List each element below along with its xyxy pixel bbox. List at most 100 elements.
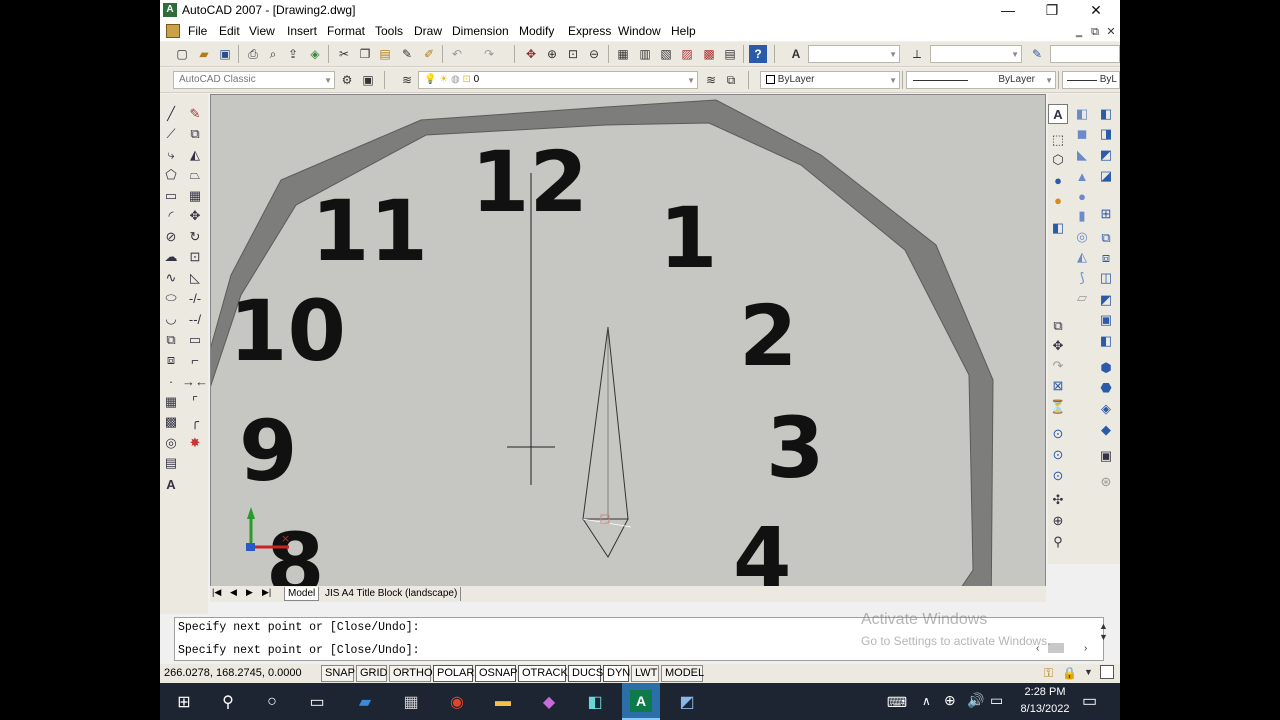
thicken-icon[interactable]: ◧	[1096, 331, 1116, 351]
grid-toggle[interactable]: GRID	[356, 665, 388, 682]
fly-icon[interactable]: ↷	[1048, 356, 1068, 376]
arc-icon[interactable]: ◜	[161, 206, 181, 226]
fillet-icon[interactable]: ╭	[185, 412, 205, 432]
break-icon[interactable]: ⌐	[185, 350, 205, 370]
rotate-icon[interactable]: ↻	[185, 227, 205, 247]
multiline-text-icon[interactable]: A	[161, 474, 181, 494]
toolbar-lock-icon[interactable]: 🔒	[1062, 666, 1077, 680]
mdi-minimize-button[interactable]: ‗	[1072, 25, 1086, 39]
match-properties-icon[interactable]: ✎	[398, 45, 416, 63]
dimension-style-dropdown[interactable]: ▼	[930, 45, 1022, 63]
document-icon[interactable]	[166, 24, 180, 38]
zoom-window-icon[interactable]: ⊡	[564, 45, 582, 63]
taskbar-date[interactable]: 8/13/2022	[1012, 703, 1078, 715]
join-icon[interactable]: →←	[182, 371, 208, 391]
layer-manager-icon[interactable]: ≋	[398, 71, 416, 89]
menu-dimension[interactable]: Dimension	[452, 24, 509, 38]
walk-icon[interactable]: ✥	[1048, 336, 1068, 356]
publish-icon[interactable]: ⇪	[284, 45, 302, 63]
properties-icon[interactable]: ▦	[614, 45, 632, 63]
hatch-icon[interactable]: ▦	[161, 392, 181, 412]
sweep-icon[interactable]: ⏳	[1048, 397, 1068, 417]
render-window-icon[interactable]: ▣	[1096, 446, 1116, 466]
copy-object-icon[interactable]: ⧉	[185, 124, 205, 144]
plot-preview-icon[interactable]: ⌕	[264, 45, 282, 63]
point-icon[interactable]: ·	[161, 371, 181, 391]
menu-file[interactable]: File	[188, 24, 207, 38]
sheet-set-icon[interactable]: ▨	[678, 45, 696, 63]
app-icon-2[interactable]: ◧	[583, 690, 607, 714]
osnap-toggle[interactable]: OSNAP	[475, 665, 518, 682]
menu-express[interactable]: Express	[568, 24, 611, 38]
hscroll-right-icon[interactable]: ›	[1084, 643, 1087, 654]
chamfer-icon[interactable]: ⌜	[185, 392, 205, 412]
lwt-toggle[interactable]: LWT	[631, 665, 659, 682]
rectangle-icon[interactable]: ▭	[161, 186, 181, 206]
cut-icon[interactable]: ✂	[335, 45, 353, 63]
explode-icon[interactable]: ✸	[185, 433, 205, 453]
color-dropdown[interactable]: ByLayer ▼	[760, 71, 900, 89]
union-icon[interactable]: ◧	[1096, 104, 1116, 124]
materials-icon[interactable]: ●	[1048, 190, 1068, 210]
app-icon-3[interactable]: ◩	[675, 690, 699, 714]
gradient-icon[interactable]: ▩	[161, 412, 181, 432]
region-icon[interactable]: ◎	[161, 433, 181, 453]
stretch-icon[interactable]: ◺	[185, 268, 205, 288]
flatshot-icon[interactable]: ▣	[1096, 310, 1116, 330]
3d-rotate-icon[interactable]: ⧉	[1096, 228, 1116, 248]
free-orbit-icon[interactable]: ⊕	[1048, 511, 1068, 531]
cortana-icon[interactable]: ○	[260, 690, 284, 714]
polar-toggle[interactable]: POLAR	[433, 665, 474, 682]
section-plane-icon[interactable]: ◩	[1096, 290, 1116, 310]
dimension-style-icon[interactable]: ⟂	[908, 45, 926, 63]
autocad-taskbar-button[interactable]: A	[622, 683, 660, 720]
move-icon[interactable]: ✥	[185, 206, 205, 226]
box-icon[interactable]: ◼	[1072, 124, 1092, 144]
calculator-icon[interactable]: ▤	[721, 45, 739, 63]
open-icon[interactable]: ▰	[195, 45, 213, 63]
status-menu-icon[interactable]: ▼	[1084, 667, 1093, 677]
file-explorer-icon[interactable]: ▬	[491, 690, 515, 714]
calculator-app-icon[interactable]: ▦	[399, 690, 423, 714]
planar-surface-icon[interactable]: ▱	[1072, 288, 1092, 308]
revision-cloud-icon[interactable]: ☁	[161, 247, 181, 267]
polysolid-icon[interactable]: ◧	[1072, 104, 1092, 124]
subtract-icon[interactable]: ◨	[1096, 124, 1116, 144]
torus-icon[interactable]: ◎	[1072, 227, 1092, 247]
circle-icon[interactable]: ⊘	[161, 227, 181, 247]
otrack-toggle[interactable]: OTRACK	[518, 665, 568, 682]
copy-icon[interactable]: ❐	[356, 45, 374, 63]
menu-insert[interactable]: Insert	[287, 24, 317, 38]
line-icon[interactable]: ╱	[161, 104, 181, 124]
array-icon[interactable]: ▦	[185, 186, 205, 206]
scale-icon[interactable]: ⊡	[185, 247, 205, 267]
new-icon[interactable]: ▢	[173, 45, 191, 63]
copy-faces-icon[interactable]: ⊙	[1048, 466, 1068, 486]
fog-icon[interactable]: ⊛	[1096, 472, 1116, 492]
drawing-canvas[interactable]: 12 1 2 3 4 8 9 10 11 ×	[210, 94, 1046, 588]
box-3d-icon[interactable]: ⬚	[1048, 130, 1068, 150]
menu-edit[interactable]: Edit	[219, 24, 240, 38]
extend-icon[interactable]: --/	[185, 309, 205, 329]
pyramid-icon[interactable]: ◭	[1072, 247, 1092, 267]
offset-icon[interactable]: ⏢	[185, 165, 205, 185]
help-icon[interactable]: ?	[749, 45, 767, 63]
dyn-toggle[interactable]: DYN	[603, 665, 630, 682]
show-hidden-icons[interactable]: ∧	[922, 694, 931, 708]
continuous-orbit-icon[interactable]: ⚲	[1048, 532, 1068, 552]
tab-nav-prev-icon[interactable]: ◀	[230, 587, 237, 598]
menu-window[interactable]: Window	[618, 24, 661, 38]
keyboard-icon[interactable]: ⌨	[885, 690, 909, 714]
task-view-icon[interactable]: ▭	[305, 690, 329, 714]
tab-jis-a4-layout[interactable]: JIS A4 Title Block (landscape)	[322, 587, 462, 601]
mdi-close-button[interactable]: ✕	[1104, 25, 1118, 39]
text-tool-icon[interactable]: A	[1048, 104, 1068, 124]
workspace-save-icon[interactable]: ▣	[359, 71, 377, 89]
ellipse-arc-icon[interactable]: ◡	[161, 309, 181, 329]
paint-icon[interactable]: ◆	[537, 690, 561, 714]
separate-icon[interactable]: ◈	[1096, 399, 1116, 419]
table-style-dropdown[interactable]	[1050, 45, 1120, 63]
menu-help[interactable]: Help	[671, 24, 696, 38]
intersect-icon[interactable]: ◩	[1096, 145, 1116, 165]
spline-icon[interactable]: ∿	[161, 268, 181, 288]
